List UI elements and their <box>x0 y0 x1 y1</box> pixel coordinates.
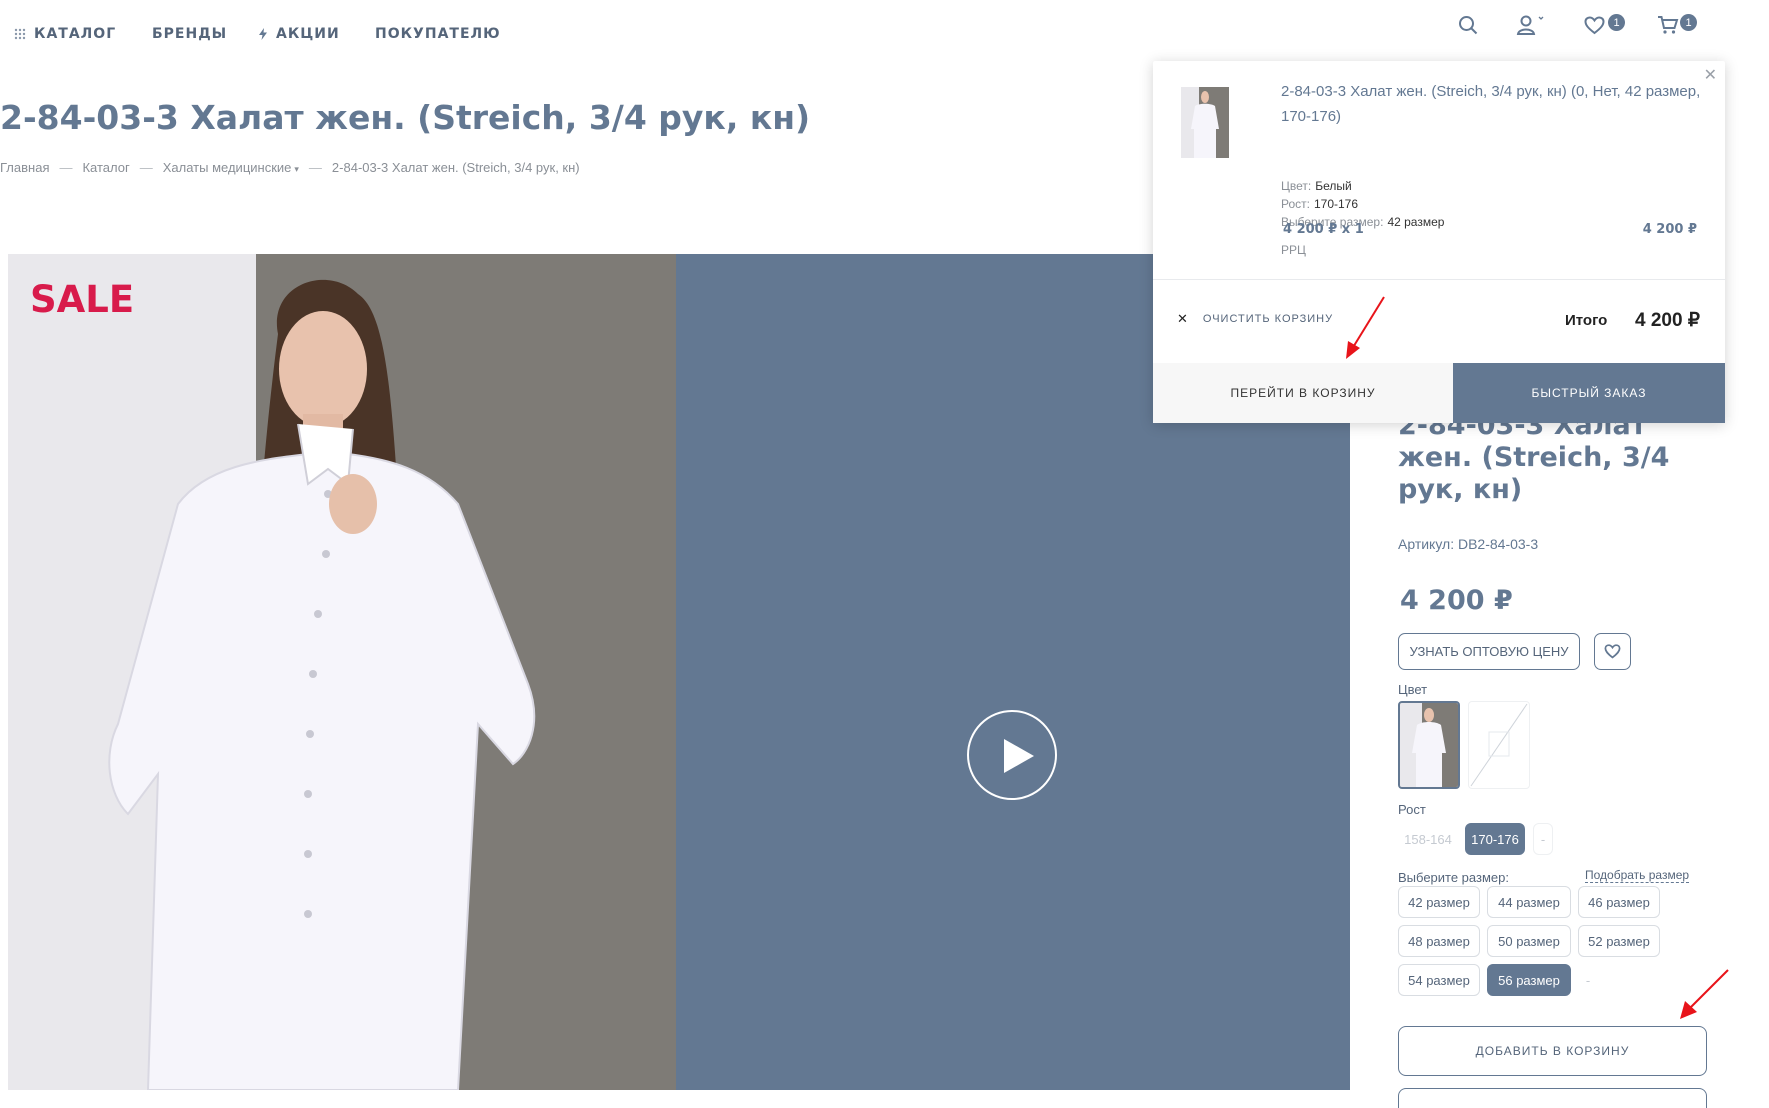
cart-item-name[interactable]: 2-84-03-3 Халат жен. (Streich, 3/4 рук, … <box>1281 79 1701 129</box>
search-icon <box>1459 16 1478 35</box>
secondary-action-button[interactable] <box>1398 1088 1707 1108</box>
size-option-selected[interactable]: 56 размер <box>1487 964 1571 996</box>
height-option[interactable]: - <box>1533 823 1553 855</box>
breadcrumb-home[interactable]: Главная <box>0 160 49 175</box>
clear-cart-label: ОЧИСТИТЬ КОРЗИНУ <box>1202 313 1334 325</box>
size-option[interactable]: 42 размер <box>1398 886 1480 918</box>
cart-item-thumbnail[interactable] <box>1181 87 1229 158</box>
cart-item-color: Цвет: Белый <box>1281 179 1352 193</box>
product-gallery: SALE <box>8 254 1350 1090</box>
heart-icon <box>1584 15 1605 34</box>
user-icon <box>1516 15 1544 35</box>
size-option[interactable]: 50 размер <box>1487 925 1571 957</box>
favorites-count-badge: 1 <box>1608 14 1625 31</box>
go-to-cart-button[interactable]: ПЕРЕЙТИ В КОРЗИНУ <box>1153 363 1453 423</box>
swatch-image <box>1400 703 1458 787</box>
cart-total-value: 4 200 ₽ <box>1635 310 1700 331</box>
clear-cart-button[interactable]: ✕ ОЧИСТИТЬ КОРЗИНУ <box>1177 311 1333 327</box>
color-swatch-unavailable[interactable] <box>1468 701 1530 789</box>
product-title: 2-84-03-3 Халат жен. (Streich, 3/4 рук, … <box>1398 410 1670 505</box>
nav-brands[interactable]: БРЕНДЫ <box>152 26 227 42</box>
cart-icon <box>1658 16 1679 34</box>
sale-badge: SALE <box>30 278 135 321</box>
close-icon: ✕ <box>1177 311 1189 326</box>
product-photo[interactable]: SALE <box>8 254 676 1090</box>
height-label: Рост <box>1398 802 1426 817</box>
nav-sales[interactable]: АКЦИИ <box>258 26 340 42</box>
cart-item-height: Рост: 170-176 <box>1281 197 1358 211</box>
breadcrumb: Главная — Каталог — Халаты медицинские ▾ … <box>0 160 580 175</box>
cart-button[interactable] <box>1657 12 1679 38</box>
grid-icon <box>14 28 26 40</box>
close-icon[interactable]: ✕ <box>1704 65 1717 85</box>
color-swatch-white[interactable] <box>1398 701 1460 789</box>
size-label: Выберите размер: <box>1398 870 1509 885</box>
breadcrumb-category-label: Халаты медицинские <box>162 160 292 175</box>
nav-buyer[interactable]: ПОКУПАТЕЛЮ <box>375 26 501 42</box>
model-illustration <box>108 279 536 1090</box>
nav-buyer-label: ПОКУПАТЕЛЮ <box>375 26 501 42</box>
size-guide-link[interactable]: Подобрать размер <box>1585 868 1690 883</box>
account-button[interactable] <box>1516 12 1544 38</box>
cart-total-label: Итого <box>1565 312 1608 329</box>
add-to-cart-button[interactable]: ДОБАВИТЬ В КОРЗИНУ <box>1398 1026 1707 1076</box>
size-option[interactable]: 44 размер <box>1487 886 1571 918</box>
lightning-icon <box>259 28 267 40</box>
cart-item-total: 4 200 ₽ <box>1642 222 1697 237</box>
nav-catalog[interactable]: КАТАЛОГ <box>14 26 116 42</box>
top-navigation: КАТАЛОГ БРЕНДЫ АКЦИИ ПОКУПАТЕЛЮ 1 1 <box>0 0 1769 70</box>
breadcrumb-separator: — <box>59 160 73 175</box>
caret-down-icon: ▾ <box>294 164 299 174</box>
search-button[interactable] <box>1458 12 1478 38</box>
height-option-selected[interactable]: 170-176 <box>1465 823 1525 855</box>
breadcrumb-current: 2-84-03-3 Халат жен. (Streich, 3/4 рук, … <box>331 160 580 175</box>
color-label: Цвет <box>1398 682 1428 697</box>
wholesale-price-button[interactable]: УЗНАТЬ ОПТОВУЮ ЦЕНУ <box>1398 633 1580 670</box>
cart-item-rrc: РРЦ <box>1281 243 1306 257</box>
quick-order-button[interactable]: БЫСТРЫЙ ЗАКАЗ <box>1453 363 1725 423</box>
divider <box>1153 279 1725 280</box>
size-option[interactable]: 46 размер <box>1578 886 1660 918</box>
cart-item-qty-price: 4 200 ₽ x 1 <box>1283 222 1364 237</box>
favorites-button[interactable] <box>1584 12 1605 38</box>
no-image-icon <box>1470 703 1528 787</box>
breadcrumb-category[interactable]: Халаты медицинские ▾ <box>163 160 299 175</box>
add-to-favorites-button[interactable] <box>1594 633 1631 670</box>
nav-sales-label: АКЦИИ <box>276 26 340 42</box>
breadcrumb-separator: — <box>139 160 153 175</box>
breadcrumb-separator: — <box>308 160 322 175</box>
cart-item-height-value: 170-176 <box>1313 197 1359 211</box>
size-option[interactable]: 54 размер <box>1398 964 1480 996</box>
size-option[interactable]: - <box>1578 964 1598 996</box>
breadcrumb-catalog[interactable]: Каталог <box>82 160 129 175</box>
nav-brands-label: БРЕНДЫ <box>152 26 228 42</box>
size-option[interactable]: 48 размер <box>1398 925 1480 957</box>
play-icon[interactable] <box>967 710 1057 800</box>
product-price: 4 200 ₽ <box>1400 585 1513 616</box>
cart-count-badge: 1 <box>1680 14 1697 31</box>
size-option[interactable]: 52 размер <box>1578 925 1660 957</box>
heart-icon <box>1604 644 1621 659</box>
cart-item-size-value: 42 размер <box>1387 215 1445 229</box>
cart-item-color-label: Цвет: <box>1281 179 1312 193</box>
height-option[interactable]: 158-164 <box>1398 823 1458 855</box>
product-sku: Артикул: DB2-84-03-3 <box>1398 536 1539 552</box>
cart-item-height-label: Рост: <box>1281 197 1310 211</box>
nav-catalog-label: КАТАЛОГ <box>34 26 117 42</box>
page-title: 2-84-03-3 Халат жен. (Streich, 3/4 рук, … <box>0 98 811 137</box>
cart-popup: ✕ 2-84-03-3 Халат жен. (Streich, 3/4 рук… <box>1153 61 1725 423</box>
thumbnail-image <box>1191 91 1219 158</box>
product-info-panel: 2-84-03-3 Халат жен. (Streich, 3/4 рук, … <box>1398 410 1708 1108</box>
cart-item-color-value: Белый <box>1315 179 1352 193</box>
